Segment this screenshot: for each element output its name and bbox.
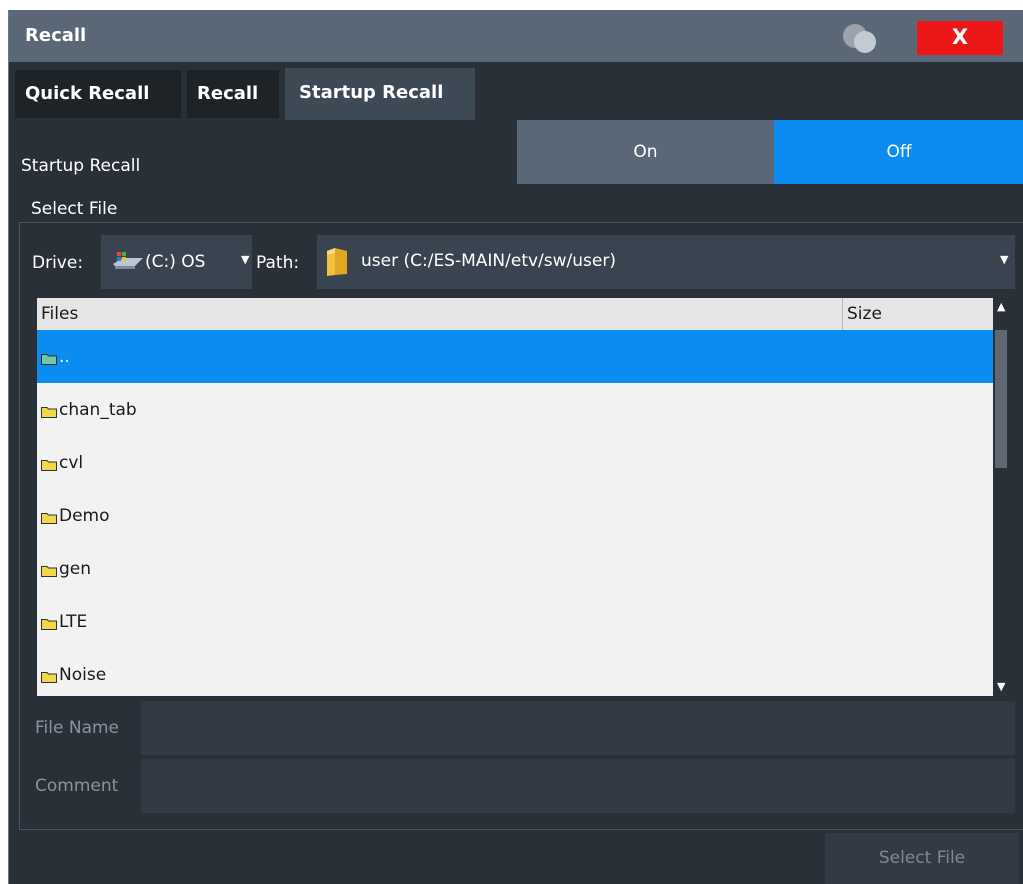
drive-select[interactable]: (C:) OS ▼ bbox=[101, 235, 252, 289]
tab-recall[interactable]: Recall bbox=[187, 70, 279, 118]
drive-icon bbox=[111, 250, 145, 277]
file-name: Noise bbox=[59, 665, 107, 685]
tab-startup-recall[interactable]: Startup Recall bbox=[285, 68, 475, 120]
tab-label: Quick Recall bbox=[25, 83, 150, 104]
toggle-label: Off bbox=[886, 142, 912, 162]
scroll-down-icon[interactable]: ▼ bbox=[997, 680, 1005, 693]
file-list-scrollbar[interactable]: ▲ ▼ bbox=[993, 298, 1013, 696]
path-select[interactable]: user (C:/ES-MAIN/etv/sw/user) ▼ bbox=[317, 235, 1015, 289]
file-row[interactable]: Noise bbox=[37, 648, 993, 696]
column-header-files[interactable]: Files bbox=[41, 304, 78, 324]
tab-label: Startup Recall bbox=[299, 82, 444, 103]
file-name: Demo bbox=[59, 506, 110, 526]
recall-dialog: Recall X Quick Recall Recall Startup Rec… bbox=[8, 10, 1023, 884]
startup-recall-off-button[interactable]: Off bbox=[774, 120, 1023, 184]
help-icon[interactable] bbox=[837, 20, 885, 56]
tab-quick-recall[interactable]: Quick Recall bbox=[15, 70, 181, 118]
file-name-label: File Name bbox=[35, 718, 120, 738]
file-row[interactable]: cvl bbox=[37, 436, 993, 489]
toggle-label: On bbox=[633, 142, 658, 162]
file-row[interactable]: chan_tab bbox=[37, 383, 993, 436]
folder-icon bbox=[41, 403, 57, 423]
drive-value: (C:) OS bbox=[145, 252, 206, 272]
startup-recall-label: Startup Recall bbox=[21, 156, 141, 176]
select-file-group-label: Select File bbox=[31, 199, 118, 219]
folder-icon bbox=[325, 247, 349, 282]
file-row[interactable]: .. bbox=[37, 330, 993, 383]
file-name: gen bbox=[59, 559, 92, 579]
scroll-up-icon[interactable]: ▲ bbox=[997, 300, 1005, 313]
startup-recall-on-button[interactable]: On bbox=[517, 120, 774, 184]
tab-content: Startup Recall On Off Select File Drive:… bbox=[9, 120, 1023, 884]
folder-icon bbox=[41, 562, 57, 582]
chevron-down-icon: ▼ bbox=[1000, 253, 1009, 266]
file-name: cvl bbox=[59, 453, 84, 473]
select-file-button-label: Select File bbox=[878, 848, 966, 868]
file-rows: .. chan_tabcvl Demo gen LTE Noise bbox=[37, 330, 993, 696]
comment-label: Comment bbox=[35, 776, 119, 796]
file-name: chan_tab bbox=[59, 400, 137, 420]
tab-bar: Quick Recall Recall Startup Recall bbox=[9, 62, 1023, 120]
file-name-field[interactable] bbox=[141, 701, 1015, 755]
tab-label: Recall bbox=[197, 83, 259, 104]
close-button[interactable]: X bbox=[917, 21, 1003, 55]
path-label: Path: bbox=[256, 253, 300, 273]
file-list[interactable]: Files Size .. chan_tab cvl Demo gen LTE Noise … bbox=[37, 298, 1013, 696]
select-file-button[interactable]: Select File bbox=[825, 833, 1019, 884]
column-divider bbox=[842, 298, 843, 330]
close-icon: X bbox=[951, 25, 969, 49]
drive-label: Drive: bbox=[32, 253, 84, 273]
folder-icon bbox=[41, 668, 57, 688]
folder-icon bbox=[41, 615, 57, 635]
comment-field[interactable] bbox=[141, 759, 1015, 813]
file-row[interactable]: gen bbox=[37, 542, 993, 595]
file-row[interactable]: Demo bbox=[37, 489, 993, 542]
folder-icon bbox=[41, 350, 57, 370]
file-name: LTE bbox=[59, 612, 88, 632]
folder-icon bbox=[41, 509, 57, 529]
dialog-title: Recall bbox=[25, 25, 87, 46]
folder-icon bbox=[41, 456, 57, 476]
scroll-thumb[interactable] bbox=[995, 330, 1007, 468]
chevron-down-icon: ▼ bbox=[241, 253, 250, 266]
column-header-size[interactable]: Size bbox=[847, 304, 882, 324]
title-bar: Recall X bbox=[9, 10, 1023, 62]
file-name: .. bbox=[59, 347, 70, 367]
file-list-header: Files Size bbox=[37, 298, 993, 330]
file-row[interactable]: LTE bbox=[37, 595, 993, 648]
path-value: user (C:/ES-MAIN/etv/sw/user) bbox=[361, 251, 616, 271]
